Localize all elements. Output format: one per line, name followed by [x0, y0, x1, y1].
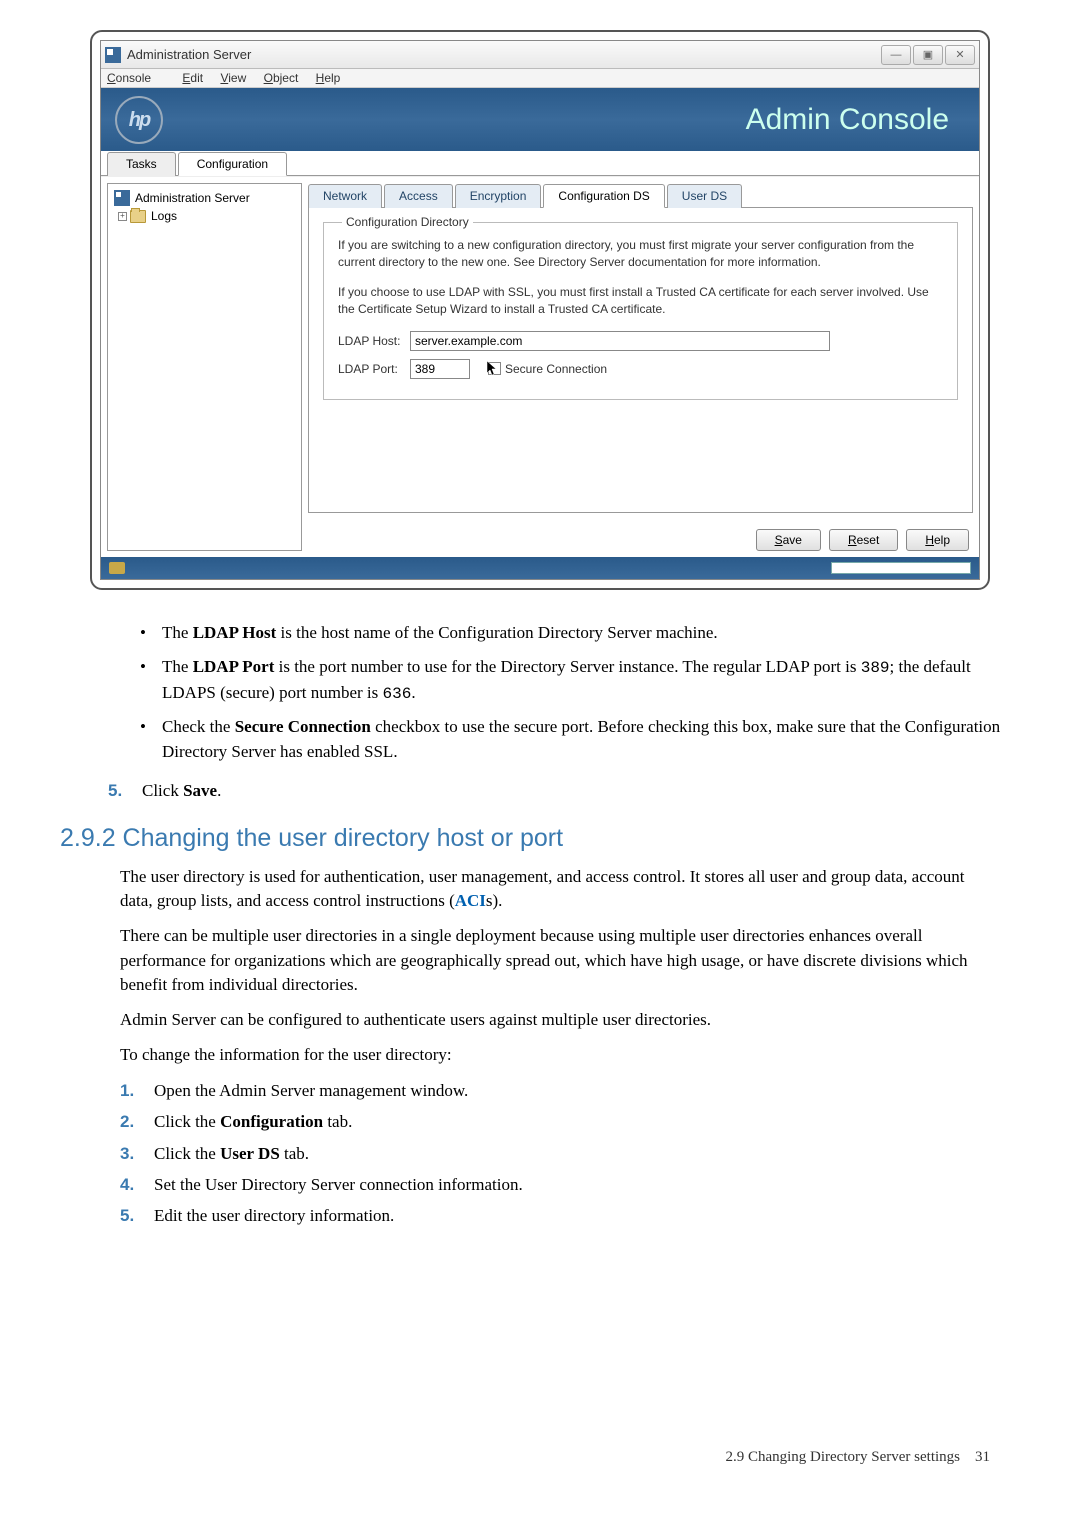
menu-view[interactable]: View [220, 71, 246, 85]
bullet-secure-connection: Check the Secure Connection checkbox to … [140, 714, 1020, 765]
secure-connection-label: Secure Connection [505, 362, 607, 376]
subtab-configuration-ds[interactable]: Configuration DS [543, 184, 664, 208]
menu-edit[interactable]: Edit [182, 71, 203, 85]
info-para-1: If you are switching to a new configurat… [338, 237, 943, 272]
hp-logo-icon: hp [115, 96, 163, 144]
app-icon [105, 47, 121, 63]
proc-step-1: 1.Open the Admin Server management windo… [120, 1077, 1020, 1104]
proc-step-5: 5.Edit the user directory information. [120, 1202, 1020, 1229]
ldap-host-row: LDAP Host: [338, 331, 943, 351]
section-p1: The user directory is used for authentic… [120, 865, 1020, 914]
statusbar [101, 557, 979, 579]
bullet-ldap-port: The LDAP Port is the port number to use … [140, 654, 1020, 706]
tab-tasks[interactable]: Tasks [107, 152, 176, 176]
proc-step-2: 2.Click the Configuration tab. [120, 1108, 1020, 1135]
save-button[interactable]: Save [756, 529, 821, 551]
minimize-button[interactable]: — [881, 45, 911, 65]
banner-title: Admin Console [746, 103, 949, 137]
screenshot-container: Administration Server — ▣ ✕ Console Edit… [90, 30, 990, 590]
subtab-user-ds[interactable]: User DS [667, 184, 742, 208]
menu-console[interactable]: Console [107, 71, 165, 85]
bullet-list: The LDAP Host is the host name of the Co… [140, 620, 1020, 765]
app-window: Administration Server — ▣ ✕ Console Edit… [100, 40, 980, 580]
ldap-host-input[interactable] [410, 331, 830, 351]
section-p3: Admin Server can be configured to authen… [120, 1008, 1020, 1033]
menubar: Console Edit View Object Help [101, 69, 979, 88]
ldap-port-label: LDAP Port: [338, 362, 410, 376]
menu-help[interactable]: Help [316, 71, 341, 85]
folder-icon [130, 210, 146, 223]
subtab-encryption[interactable]: Encryption [455, 184, 542, 208]
sub-tabs: Network Access Encryption Configuration … [308, 183, 973, 208]
step-list-1: 5. Click Save. [108, 777, 1020, 804]
cursor-icon [487, 361, 499, 377]
tree-logs[interactable]: + Logs [118, 209, 295, 223]
fieldset-legend: Configuration Directory [342, 215, 473, 229]
proc-step-4: 4.Set the User Directory Server connecti… [120, 1171, 1020, 1198]
workarea: Administration Server + Logs Network Acc… [101, 177, 979, 557]
maximize-button[interactable]: ▣ [913, 45, 943, 65]
step-5-save: 5. Click Save. [108, 777, 1020, 804]
ldap-port-row: LDAP Port: Secure Connection [338, 359, 943, 379]
titlebar: Administration Server — ▣ ✕ [101, 41, 979, 69]
server-icon [114, 190, 130, 206]
section-heading: 2.9.2 Changing the user directory host o… [60, 824, 1020, 853]
subtab-network[interactable]: Network [308, 184, 382, 208]
menu-object[interactable]: Object [264, 71, 299, 85]
tab-configuration[interactable]: Configuration [178, 152, 287, 176]
help-button[interactable]: Help [906, 529, 969, 551]
status-icon [109, 562, 125, 574]
window-title: Administration Server [127, 47, 879, 62]
window-controls: — ▣ ✕ [879, 45, 975, 65]
tree-label-root: Administration Server [135, 191, 250, 205]
reset-button[interactable]: Reset [829, 529, 898, 551]
ldap-host-label: LDAP Host: [338, 334, 410, 348]
bullet-ldap-host: The LDAP Host is the host name of the Co… [140, 620, 1020, 646]
proc-step-3: 3.Click the User DS tab. [120, 1140, 1020, 1167]
button-bar: Save Reset Help [308, 529, 973, 551]
info-para-2: If you choose to use LDAP with SSL, you … [338, 284, 943, 319]
ldap-port-input[interactable] [410, 359, 470, 379]
procedure-steps: 1.Open the Admin Server management windo… [120, 1077, 1020, 1229]
main-tabs: Tasks Configuration [101, 151, 979, 176]
section-p2: There can be multiple user directories i… [120, 924, 1020, 998]
config-directory-fieldset: Configuration Directory If you are switc… [323, 222, 958, 400]
page-footer: 2.9 Changing Directory Server settings 3… [60, 1449, 1020, 1466]
banner: hp Admin Console [101, 88, 979, 152]
tree-expand-icon[interactable]: + [118, 212, 127, 221]
tree-admin-server[interactable]: Administration Server [114, 190, 295, 206]
tree-label-logs: Logs [151, 209, 177, 223]
config-ds-panel: Configuration Directory If you are switc… [308, 208, 973, 513]
aci-link[interactable]: ACI [455, 891, 486, 910]
section-p4: To change the information for the user d… [120, 1043, 1020, 1068]
content-pane: Network Access Encryption Configuration … [308, 183, 973, 551]
sidebar-tree: Administration Server + Logs [107, 183, 302, 551]
close-button[interactable]: ✕ [945, 45, 975, 65]
status-progress [831, 562, 971, 574]
subtab-access[interactable]: Access [384, 184, 453, 208]
